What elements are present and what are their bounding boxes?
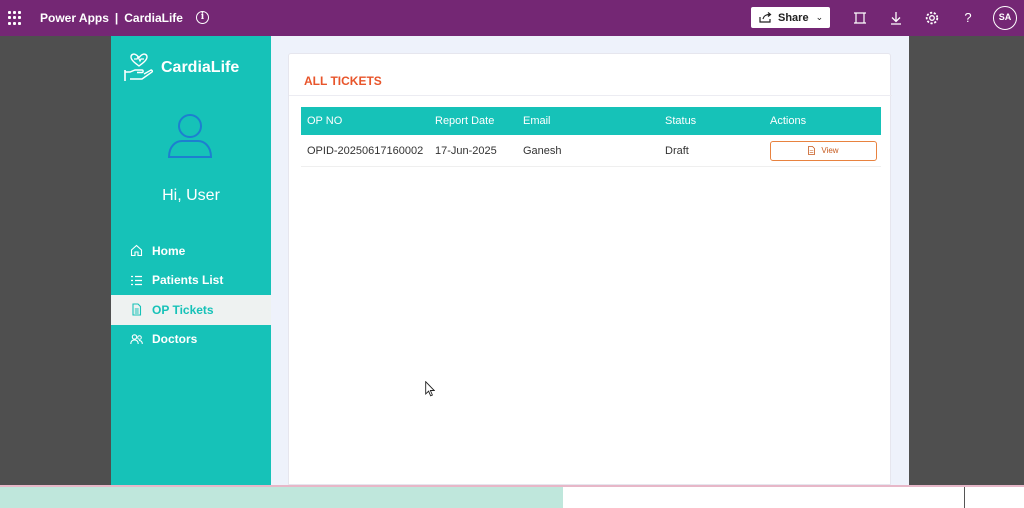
tickets-card: ALL TICKETS OP NO Report Date Email Stat… [288,53,892,485]
bottom-panel [0,487,563,508]
text-caret [964,487,965,508]
heart-hand-logo-icon [124,53,154,81]
document-icon [132,303,142,316]
list-icon [131,275,142,285]
cell-email: Ganesh [523,144,562,157]
sidebar-item-label: Home [152,243,186,258]
divider [289,95,892,96]
sidebar-nav: Home Patients List OP Tickets Doctors [111,236,271,354]
gear-icon[interactable] [924,10,940,26]
greeting-text: Hi, User [162,187,220,204]
cell-op-no: OPID-20250617160002 [307,144,424,157]
share-icon [759,12,772,23]
share-button[interactable]: Share ⌄ [751,7,830,28]
download-icon[interactable] [888,10,904,26]
sidebar-item-label: Patients List [152,273,224,288]
sidebar-item-label: Doctors [152,332,198,347]
help-icon[interactable]: ? [960,10,976,26]
main-content: ALL TICKETS OP NO Report Date Email Stat… [271,36,909,485]
column-header-status: Status [665,115,697,127]
info-icon[interactable]: i [196,11,209,24]
column-header-report-date: Report Date [435,115,495,127]
sidebar-item-doctors[interactable]: Doctors [111,325,271,355]
sidebar-item-home[interactable]: Home [111,236,271,266]
page-title: ALL TICKETS [304,74,382,88]
column-header-actions: Actions [770,115,807,127]
cell-status: Draft [665,144,689,157]
people-icon [130,333,143,344]
column-header-op-no: OP NO [307,115,343,127]
brand: CardiaLife [123,52,239,84]
tickets-table: OP NO Report Date Email Status Actions O… [301,107,881,167]
app-title-name: CardiaLife [124,11,183,25]
share-label: Share [778,11,809,24]
view-button-label: View [821,146,839,155]
cell-report-date: 17-Jun-2025 [435,144,497,157]
user-avatar-icon [167,114,213,158]
chevron-down-icon: ⌄ [815,12,824,22]
view-button[interactable]: View [770,140,877,161]
title-separator: | [114,11,119,25]
app-title: Power Apps | CardiaLife [40,11,183,25]
home-icon [130,245,143,257]
brand-name: CardiaLife [161,59,240,76]
sidebar: CardiaLife Hi, User Home Patients List O… [111,36,271,485]
app-header-bar: Power Apps | CardiaLife i Share ⌄ ? SA [0,0,1024,36]
sidebar-item-label: OP Tickets [152,302,214,317]
column-header-email: Email [523,115,551,127]
sidebar-item-patients-list[interactable]: Patients List [111,266,271,296]
fit-to-window-icon[interactable] [852,10,868,26]
cell-actions: View [764,140,881,161]
sidebar-item-op-tickets[interactable]: OP Tickets [111,295,271,325]
bottom-strip [0,485,1024,508]
avatar[interactable]: SA [993,6,1017,30]
table-header: OP NO Report Date Email Status Actions [301,107,881,135]
document-icon [808,146,816,155]
mouse-cursor-icon [425,381,435,397]
app-launcher-icon[interactable] [8,11,22,25]
table-row[interactable]: OPID-20250617160002 17-Jun-2025 Ganesh D… [301,135,881,167]
app-name: Power Apps [40,11,109,25]
